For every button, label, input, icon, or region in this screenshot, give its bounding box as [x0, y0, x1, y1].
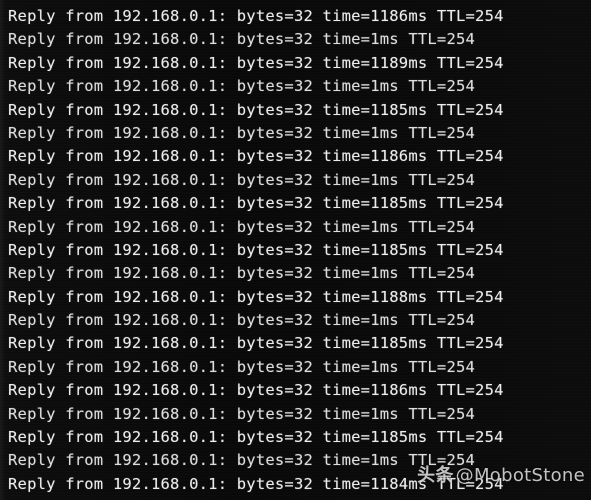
watermark: 头条 @MobotStone [417, 466, 585, 486]
console-line: Reply from 192.168.0.1: bytes=32 time=11… [8, 100, 504, 119]
console-line: Reply from 192.168.0.1: bytes=32 time=11… [8, 428, 504, 447]
console-line: Reply from 192.168.0.1: bytes=32 time=1m… [8, 264, 476, 283]
console-line: Reply from 192.168.0.1: bytes=32 time=1m… [8, 170, 476, 189]
console-line: Reply from 192.168.0.1: bytes=32 time=11… [8, 240, 504, 259]
console-line: Reply from 192.168.0.1: bytes=32 time=1m… [8, 30, 476, 49]
console-line: Reply from 192.168.0.1: bytes=32 time=1m… [8, 357, 476, 376]
console-line: Reply from 192.168.0.1: bytes=32 time=1m… [8, 311, 476, 330]
terminal-window: Reply from 192.168.0.1: bytes=32 time=11… [0, 0, 591, 500]
console-line: Reply from 192.168.0.1: bytes=32 time=11… [8, 381, 504, 400]
console-line: Reply from 192.168.0.1: bytes=32 time=1m… [8, 217, 476, 236]
console-line: Reply from 192.168.0.1: bytes=32 time=11… [8, 7, 504, 25]
console-line: Reply from 192.168.0.1: bytes=32 time<1m… [0, 496, 591, 500]
ping-output-log: Reply from 192.168.0.1: bytes=32 time=11… [0, 5, 591, 500]
console-line: Reply from 192.168.0.1: bytes=32 time=11… [8, 194, 504, 213]
console-line: Reply from 192.168.0.1: bytes=32 time=1m… [8, 77, 476, 96]
console-line: Reply from 192.168.0.1: bytes=32 time=1m… [8, 123, 476, 142]
console-line: Reply from 192.168.0.1: bytes=32 time=11… [8, 334, 504, 353]
console-line: Reply from 192.168.0.1: bytes=32 time=11… [8, 147, 504, 166]
console-line: Reply from 192.168.0.1: bytes=32 time=11… [8, 287, 504, 306]
console-line: Reply from 192.168.0.1: bytes=32 time=11… [8, 53, 504, 72]
watermark-logo: 头条 [417, 465, 454, 486]
watermark-handle: @MobotStone [455, 465, 585, 486]
console-line: Reply from 192.168.0.1: bytes=32 time=1m… [8, 404, 476, 423]
